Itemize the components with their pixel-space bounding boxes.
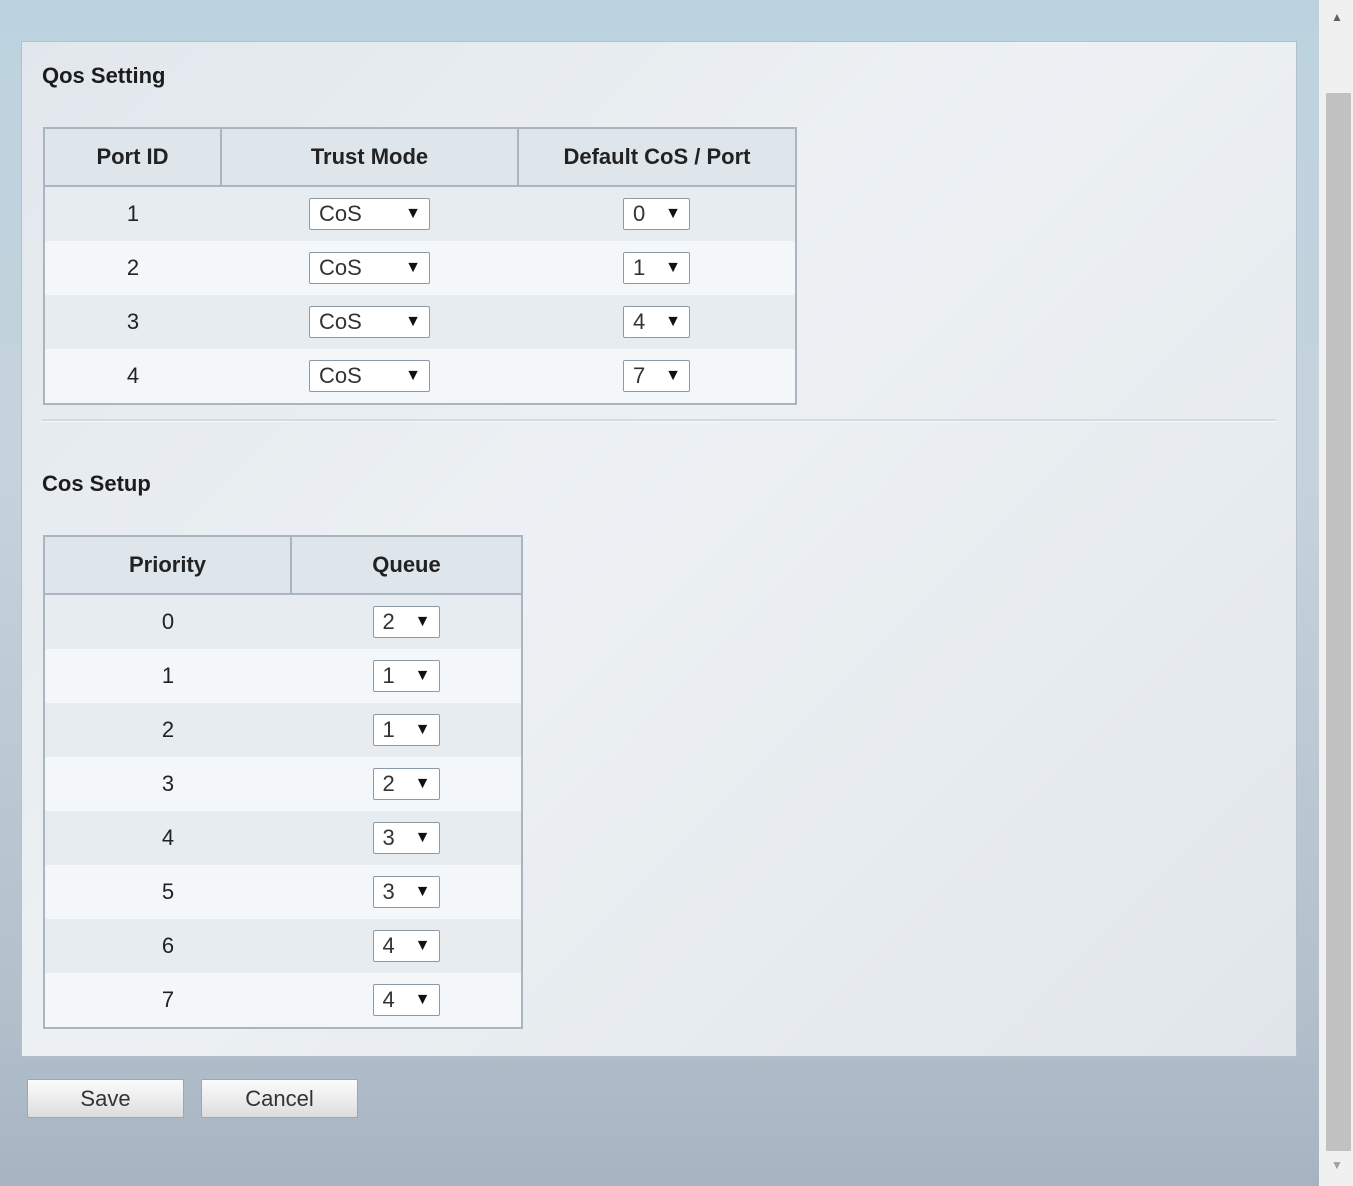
dropdown-arrow-icon: ▼	[405, 259, 421, 276]
settings-panel: Qos Setting Port ID Trust Mode Default C…	[21, 41, 1297, 1057]
select-value: CoS	[319, 363, 362, 388]
queue-header: Queue	[291, 536, 522, 595]
table-row: 0 2 ▼	[44, 594, 522, 649]
default-cos-header: Default CoS / Port	[518, 128, 796, 187]
priority-cell: 7	[44, 973, 291, 1028]
trust-mode-header: Trust Mode	[221, 128, 519, 187]
table-row: 4 3 ▼	[44, 811, 522, 865]
dropdown-arrow-icon: ▼	[405, 205, 421, 222]
table-row: 5 3 ▼	[44, 865, 522, 919]
queue-select[interactable]: 2 ▼	[372, 606, 440, 638]
port-id-cell: 1	[44, 186, 221, 241]
table-row: 7 4 ▼	[44, 973, 522, 1028]
queue-select[interactable]: 1 ▼	[372, 714, 440, 746]
trust-mode-select[interactable]: CoS ▼	[309, 360, 430, 392]
queue-select[interactable]: 3 ▼	[372, 822, 440, 854]
dropdown-arrow-icon: ▼	[405, 313, 421, 330]
priority-cell: 2	[44, 703, 291, 757]
queue-select[interactable]: 4 ▼	[372, 984, 440, 1016]
table-row: 3 2 ▼	[44, 757, 522, 811]
dropdown-arrow-icon: ▼	[414, 991, 431, 1008]
select-value: 2	[382, 609, 395, 634]
queue-select[interactable]: 4 ▼	[372, 930, 440, 962]
dropdown-arrow-icon: ▼	[665, 313, 681, 330]
priority-cell: 3	[44, 757, 291, 811]
dropdown-arrow-icon: ▼	[414, 613, 431, 630]
table-row: 2 1 ▼	[44, 703, 522, 757]
select-value: 1	[382, 663, 395, 688]
priority-header: Priority	[44, 536, 292, 595]
cancel-button[interactable]: Cancel	[201, 1079, 358, 1118]
qos-setting-table: Port ID Trust Mode Default CoS / Port 1 …	[43, 127, 797, 405]
select-value: 1	[382, 717, 395, 742]
port-id-cell: 3	[44, 295, 221, 349]
qos-setting-title: Qos Setting	[42, 63, 166, 88]
select-value: 0	[633, 201, 646, 226]
priority-cell: 6	[44, 919, 291, 973]
default-cos-select[interactable]: 4 ▼	[623, 306, 690, 338]
priority-cell: 4	[44, 811, 291, 865]
dropdown-arrow-icon: ▼	[414, 883, 431, 900]
table-row: 4 CoS ▼ 7 ▼	[44, 349, 796, 404]
port-id-cell: 4	[44, 349, 221, 404]
dropdown-arrow-icon: ▼	[405, 367, 421, 384]
table-row: 1 CoS ▼ 0 ▼	[44, 186, 796, 241]
cos-setup-title: Cos Setup	[42, 471, 151, 496]
trust-mode-select[interactable]: CoS ▼	[309, 198, 430, 230]
scrollbar-thumb[interactable]	[1326, 93, 1351, 1151]
select-value: CoS	[319, 309, 362, 334]
table-row: 3 CoS ▼ 4 ▼	[44, 295, 796, 349]
vertical-scrollbar[interactable]: ▲ ▼	[1319, 0, 1353, 1186]
queue-select[interactable]: 3 ▼	[372, 876, 440, 908]
select-value: 7	[633, 363, 646, 388]
select-value: 1	[633, 255, 646, 280]
select-value: CoS	[319, 255, 362, 280]
dropdown-arrow-icon: ▼	[414, 829, 431, 846]
save-button[interactable]: Save	[27, 1079, 184, 1118]
trust-mode-select[interactable]: CoS ▼	[309, 306, 430, 338]
select-value: CoS	[319, 201, 362, 226]
select-value: 4	[382, 987, 395, 1012]
cos-setup-table: Priority Queue 0 2▼ 1 1▼ 2 1▼ 3 2▼ 4	[43, 535, 523, 1029]
default-cos-select[interactable]: 0 ▼	[623, 198, 690, 230]
port-id-cell: 2	[44, 241, 221, 295]
priority-cell: 5	[44, 865, 291, 919]
select-value: 4	[633, 309, 646, 334]
select-value: 4	[382, 933, 395, 958]
priority-cell: 0	[44, 594, 291, 649]
select-value: 3	[382, 825, 395, 850]
default-cos-select[interactable]: 1 ▼	[623, 252, 690, 284]
dropdown-arrow-icon: ▼	[665, 367, 681, 384]
default-cos-select[interactable]: 7 ▼	[623, 360, 690, 392]
dropdown-arrow-icon: ▼	[414, 721, 431, 738]
port-id-header: Port ID	[44, 128, 222, 187]
table-row: 1 1 ▼	[44, 649, 522, 703]
table-row: 2 CoS ▼ 1 ▼	[44, 241, 796, 295]
queue-select[interactable]: 1 ▼	[372, 660, 440, 692]
dropdown-arrow-icon: ▼	[414, 667, 431, 684]
dropdown-arrow-icon: ▼	[665, 205, 681, 222]
select-value: 3	[382, 879, 395, 904]
queue-select[interactable]: 2 ▼	[372, 768, 440, 800]
scroll-down-arrow-icon[interactable]: ▼	[1327, 1158, 1347, 1172]
dropdown-arrow-icon: ▼	[665, 259, 681, 276]
select-value: 2	[382, 771, 395, 796]
dropdown-arrow-icon: ▼	[414, 937, 431, 954]
table-row: 6 4 ▼	[44, 919, 522, 973]
trust-mode-select[interactable]: CoS ▼	[309, 252, 430, 284]
section-divider	[42, 419, 1276, 422]
priority-cell: 1	[44, 649, 291, 703]
dropdown-arrow-icon: ▼	[414, 775, 431, 792]
scroll-up-arrow-icon[interactable]: ▲	[1327, 10, 1347, 24]
